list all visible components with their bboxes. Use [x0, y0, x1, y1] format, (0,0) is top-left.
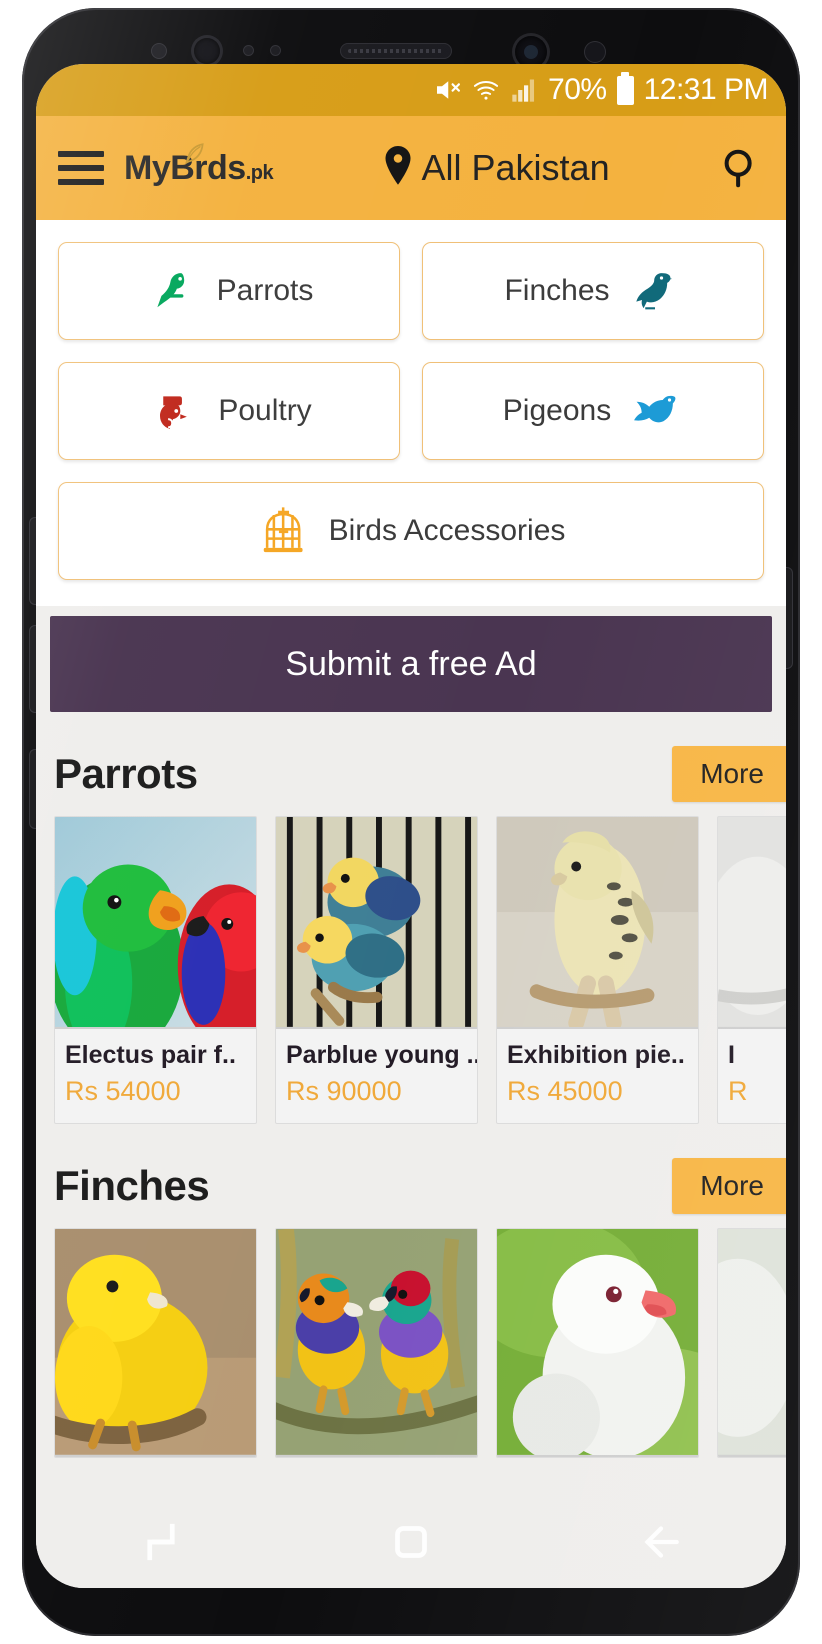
back-arrow-icon[interactable] — [634, 1515, 688, 1569]
category-card-poultry[interactable]: Poultry — [58, 362, 400, 460]
finch-icon — [628, 264, 682, 318]
section-title: Finches — [54, 1162, 210, 1209]
product-card[interactable] — [496, 1228, 699, 1458]
rooster-icon — [146, 384, 200, 438]
section-title: Parrots — [54, 750, 198, 797]
product-name: Electus pair f.. — [65, 1041, 236, 1069]
section-finches: Finches More — [36, 1124, 786, 1458]
product-price: Rs 45000 — [507, 1076, 623, 1106]
status-icon-group: 70% 12:31 PM — [432, 71, 769, 107]
submit-free-ad-label: Submit a free Ad — [285, 644, 537, 683]
brand-tld: .pk — [245, 161, 274, 184]
earpiece-speaker — [340, 43, 452, 59]
category-card-pigeons[interactable]: Pigeons — [422, 362, 764, 460]
category-grid: Parrots Finches Poultry Pigeons Birds Ac… — [36, 220, 786, 606]
brand-logo[interactable]: MyBrds.pk — [124, 142, 274, 188]
signal-icon — [510, 76, 538, 104]
product-image-java-sparrow — [497, 1229, 698, 1457]
product-carousel-parrots[interactable]: Electus pair f.. Rs 54000 Parblue young … — [36, 816, 786, 1124]
product-name: I — [728, 1041, 735, 1069]
product-image-gouldian-finches — [276, 1229, 477, 1457]
more-button-parrots[interactable]: More — [672, 746, 786, 802]
product-card[interactable]: Exhibition pie.. Rs 45000 — [496, 816, 699, 1124]
light-sensor-icon — [271, 46, 280, 55]
product-image-budgie — [497, 817, 698, 1029]
category-label: Poultry — [218, 394, 312, 427]
infrared-sensor-icon — [152, 44, 166, 58]
hamburger-menu-icon[interactable] — [58, 151, 104, 185]
category-label: Parrots — [216, 274, 314, 307]
feather-icon — [181, 137, 207, 164]
parrot-icon — [145, 264, 199, 318]
product-image-eclectus — [55, 817, 256, 1029]
category-card-birds-accessories[interactable]: Birds Accessories — [58, 482, 764, 580]
category-card-finches[interactable]: Finches — [422, 242, 764, 340]
mute-icon — [432, 75, 462, 105]
product-card[interactable] — [275, 1228, 478, 1458]
android-navigation-bar — [36, 1496, 786, 1588]
wifi-icon — [472, 76, 500, 104]
product-card[interactable]: Parblue young .. Rs 90000 — [275, 816, 478, 1124]
product-image-canary — [55, 1229, 256, 1457]
category-label: Pigeons — [502, 394, 612, 427]
product-image-lovebirds — [276, 817, 477, 1029]
battery-percent-label: 70% — [548, 73, 607, 106]
section-header: Finches More — [36, 1144, 786, 1228]
page-content[interactable]: Parrots Finches Poultry Pigeons Birds Ac… — [36, 220, 786, 1588]
submit-free-ad-button[interactable]: Submit a free Ad — [50, 616, 772, 712]
section-parrots: Parrots More Electus pair f.. Rs 54000 P… — [36, 712, 786, 1124]
clock-label: 12:31 PM — [643, 73, 769, 106]
screenshot-stage: 70% 12:31 PM MyBrds.pk All Pakistan Parr… — [0, 0, 822, 1644]
more-button-finches[interactable]: More — [672, 1158, 786, 1214]
product-price: R — [728, 1076, 748, 1106]
product-card[interactable] — [54, 1228, 257, 1458]
phone-screen: 70% 12:31 PM MyBrds.pk All Pakistan Parr… — [36, 64, 786, 1588]
proximity-sensor-icon — [244, 46, 253, 55]
iris-scanner-icon — [194, 38, 220, 64]
category-card-parrots[interactable]: Parrots — [58, 242, 400, 340]
product-price: Rs 54000 — [65, 1076, 181, 1106]
product-name: Exhibition pie.. — [507, 1041, 685, 1069]
category-label: Finches — [504, 274, 610, 307]
location-pin-icon — [382, 145, 414, 191]
led-indicator-icon — [585, 42, 605, 62]
product-card[interactable]: Electus pair f.. Rs 54000 — [54, 816, 257, 1124]
recents-icon[interactable] — [134, 1515, 188, 1569]
birdcage-icon — [257, 504, 311, 558]
product-carousel-finches[interactable] — [36, 1228, 786, 1458]
category-row-3: Birds Accessories — [58, 482, 764, 580]
product-card[interactable]: I R — [717, 816, 786, 1124]
location-label: All Pakistan — [421, 147, 610, 188]
product-image-partial — [718, 817, 786, 1029]
search-icon[interactable] — [718, 145, 764, 191]
pigeon-icon — [629, 384, 683, 438]
category-label: Birds Accessories — [328, 514, 566, 547]
section-header: Parrots More — [36, 732, 786, 816]
status-bar: 70% 12:31 PM — [36, 64, 786, 116]
category-row-2: Poultry Pigeons — [58, 362, 764, 460]
phone-device: 70% 12:31 PM MyBrds.pk All Pakistan Parr… — [22, 8, 800, 1636]
product-card[interactable] — [717, 1228, 786, 1458]
product-image-partial — [718, 1229, 786, 1457]
location-selector[interactable]: All Pakistan — [287, 145, 704, 191]
category-row-1: Parrots Finches — [58, 242, 764, 340]
product-name: Parblue young .. — [286, 1041, 477, 1069]
home-icon[interactable] — [384, 1515, 438, 1569]
battery-icon — [616, 71, 634, 105]
product-price: Rs 90000 — [286, 1076, 402, 1106]
app-header: MyBrds.pk All Pakistan — [36, 116, 786, 220]
